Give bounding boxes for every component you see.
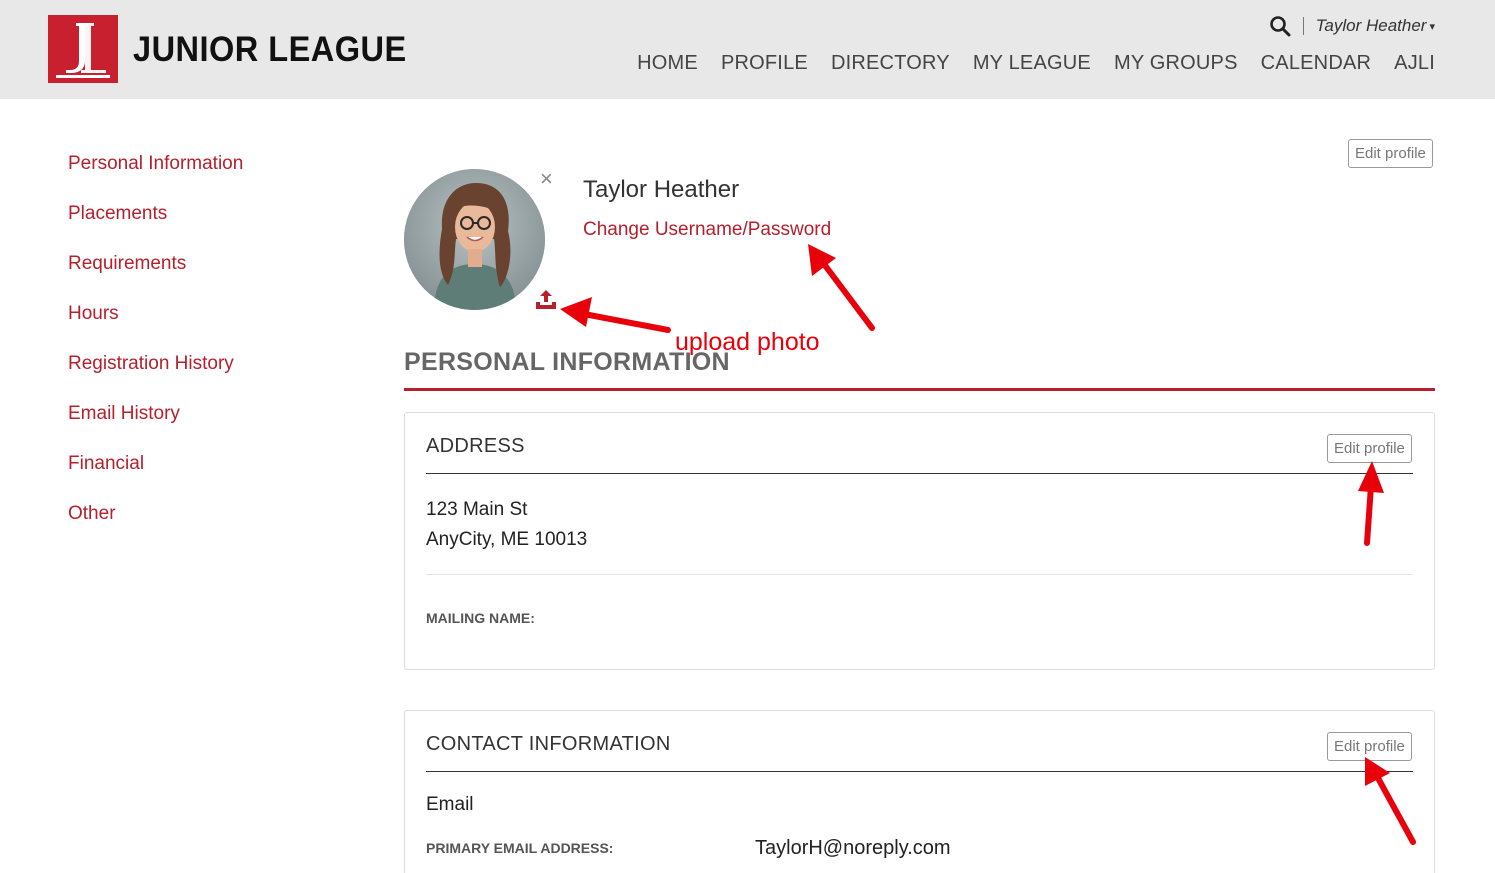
nav-home[interactable]: HOME: [637, 52, 698, 75]
primary-email-label: PRIMARY EMAIL ADDRESS:: [426, 840, 614, 856]
main-nav: HOME PROFILE DIRECTORY MY LEAGUE MY GROU…: [614, 52, 1435, 75]
nav-calendar[interactable]: CALENDAR: [1261, 52, 1372, 75]
upload-photo-arrowhead: [560, 297, 592, 327]
address-line-2: AnyCity, ME 10013: [426, 529, 588, 550]
contact-card-title: CONTACT INFORMATION: [426, 733, 671, 755]
address-line-1: 123 Main St: [426, 499, 528, 520]
sidebar-item-email-history[interactable]: Email History: [68, 402, 243, 452]
primary-email-value: TaylorH@noreply.com: [755, 837, 951, 859]
utility-bar: Taylor Heather ▾: [1269, 14, 1435, 38]
change-username-password-link[interactable]: Change Username/Password: [583, 219, 831, 241]
junior-league-logo-icon[interactable]: [48, 15, 118, 83]
chevron-down-icon[interactable]: ▾: [1429, 20, 1435, 33]
sidebar-item-personal-information[interactable]: Personal Information: [68, 152, 243, 202]
section-divider: [404, 388, 1435, 391]
brand-name[interactable]: JUNIOR LEAGUE: [133, 30, 407, 70]
site-header: JUNIOR LEAGUE Taylor Heather ▾ HOME PROF…: [0, 0, 1495, 99]
sidebar-item-financial[interactable]: Financial: [68, 452, 243, 502]
user-menu[interactable]: Taylor Heather: [1316, 16, 1427, 36]
address-card-separator: [426, 574, 1413, 575]
avatar: [404, 169, 545, 310]
nav-profile[interactable]: PROFILE: [721, 52, 808, 75]
email-heading: Email: [426, 794, 474, 815]
mailing-name-label: MAILING NAME:: [426, 610, 535, 626]
profile-name: Taylor Heather: [583, 176, 740, 203]
change-password-arrowhead: [808, 244, 836, 276]
nav-ajli[interactable]: AJLI: [1394, 52, 1435, 75]
address-card: ADDRESS Edit profile 123 Main St AnyCity…: [404, 412, 1435, 670]
profile-sidebar: Personal Information Placements Requirem…: [68, 152, 243, 552]
change-password-arrow: [821, 261, 875, 331]
upload-photo-arrow: [581, 311, 671, 333]
sidebar-item-hours[interactable]: Hours: [68, 302, 243, 352]
sidebar-item-requirements[interactable]: Requirements: [68, 252, 243, 302]
nav-my-league[interactable]: MY LEAGUE: [973, 52, 1091, 75]
edit-address-button[interactable]: Edit profile: [1327, 434, 1412, 463]
address-card-title: ADDRESS: [426, 435, 525, 457]
remove-photo-icon[interactable]: ×: [540, 166, 553, 192]
section-title: PERSONAL INFORMATION: [404, 348, 730, 376]
sidebar-item-registration-history[interactable]: Registration History: [68, 352, 243, 402]
nav-directory[interactable]: DIRECTORY: [831, 52, 950, 75]
search-icon[interactable]: [1269, 15, 1291, 37]
nav-my-groups[interactable]: MY GROUPS: [1114, 52, 1238, 75]
contact-card-divider: [426, 771, 1413, 772]
utility-divider: [1302, 17, 1304, 35]
edit-profile-button[interactable]: Edit profile: [1348, 139, 1433, 168]
upload-photo-icon[interactable]: [534, 288, 558, 312]
edit-contact-button[interactable]: Edit profile: [1327, 732, 1412, 761]
contact-information-card: CONTACT INFORMATION Edit profile Email P…: [404, 710, 1435, 873]
sidebar-item-other[interactable]: Other: [68, 502, 243, 552]
sidebar-item-placements[interactable]: Placements: [68, 202, 243, 252]
address-card-divider: [426, 473, 1413, 474]
